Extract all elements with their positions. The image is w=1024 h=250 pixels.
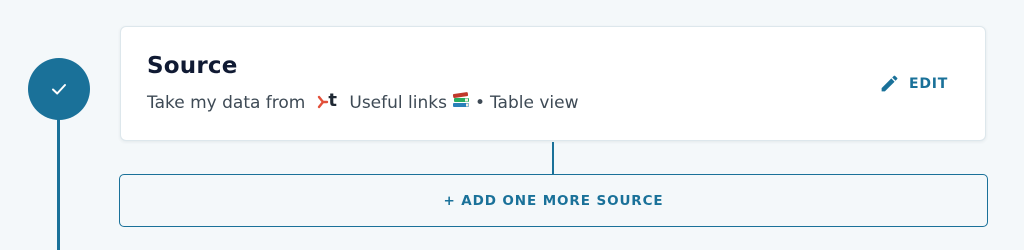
books-icon [451,91,471,114]
tool-logo-icon: t [317,89,339,113]
source-card-description: Take my data from t Useful links • Table… [147,89,579,114]
add-source-label: + ADD ONE MORE SOURCE [443,192,664,209]
timeline-line [57,100,60,250]
pencil-icon [881,75,898,92]
source-connector-line [552,142,554,174]
tool-logo-letter: t [328,89,337,111]
edit-button[interactable]: EDIT [879,73,948,94]
edit-label: EDIT [909,75,949,92]
add-source-button[interactable]: + ADD ONE MORE SOURCE [119,174,988,227]
checkmark-icon [52,84,66,95]
source-card-title: Source [147,53,238,79]
description-prefix: Take my data from [147,92,306,113]
separator-dot: • [474,92,485,113]
source-card: Source Take my data from t Useful links … [120,26,986,141]
source-name: Useful links [349,92,447,113]
step-complete-indicator [28,58,90,120]
view-name: Table view [489,92,579,113]
